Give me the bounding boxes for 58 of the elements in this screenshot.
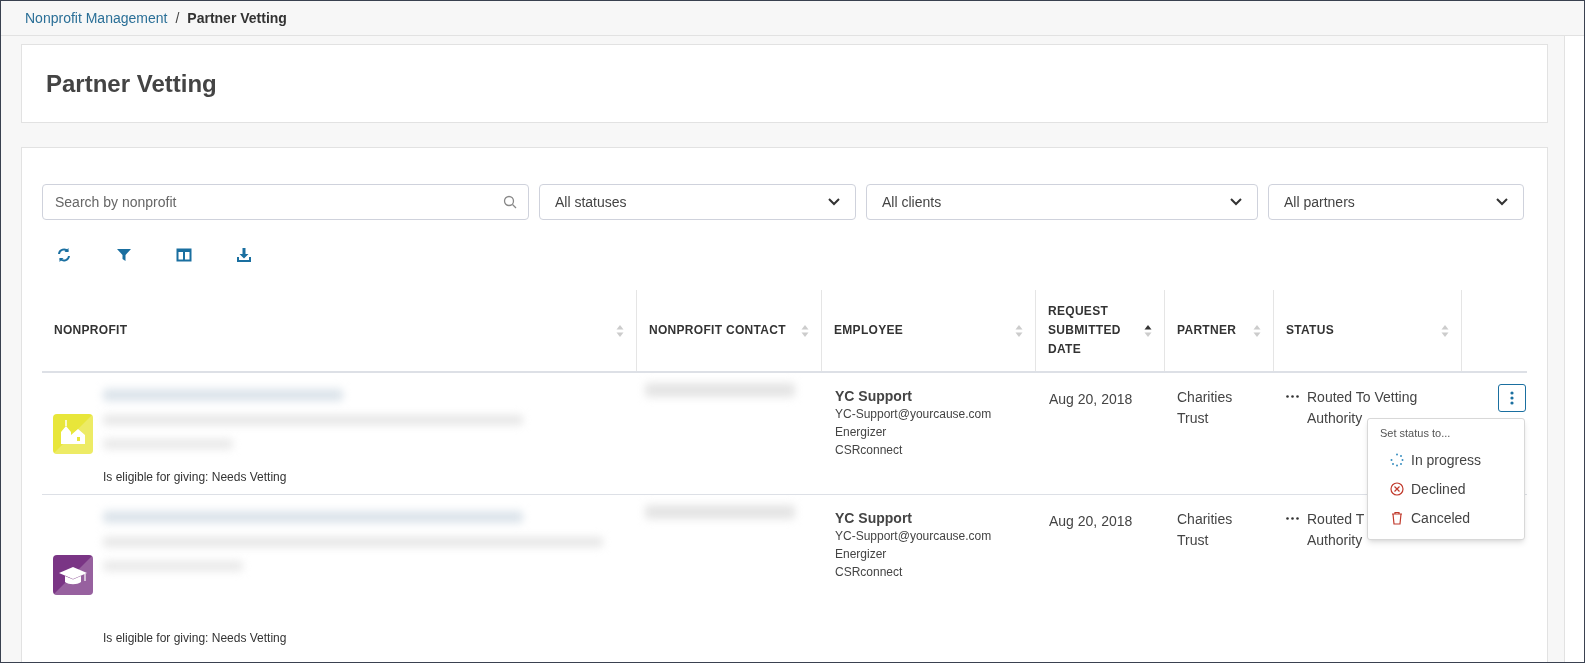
employee-name: YC Support (835, 387, 913, 405)
circle-x-icon (1390, 482, 1404, 496)
chevron-down-icon (828, 198, 840, 206)
column-header[interactable]: REQUEST SUBMITTED DATE (1048, 302, 1128, 359)
status-text: Authority (1307, 409, 1364, 428)
menu-heading: Set status to... (1380, 426, 1452, 441)
page-title: Partner Vetting (46, 68, 217, 99)
column-header[interactable]: NONPROFIT CONTACT (649, 321, 786, 340)
date-text: Aug 20, 2018 (1049, 513, 1133, 529)
partner-text: Charities (1177, 388, 1234, 407)
refresh-icon (56, 247, 72, 263)
actions-button[interactable] (1498, 384, 1526, 412)
eligibility-text: Is eligible for giving: Needs Vetting (103, 630, 288, 647)
download-icon (236, 247, 252, 263)
breadcrumb-current: Partner Vetting (187, 8, 287, 28)
breadcrumb-link[interactable]: Nonprofit Management (25, 7, 168, 29)
breadcrumb-separator: / (175, 8, 180, 28)
chevron-down-icon (1496, 198, 1508, 206)
status-text: Routed T (1307, 510, 1365, 529)
employee-company: Energizer (835, 424, 888, 441)
dropdown[interactable]: All clients (866, 184, 1258, 220)
employee-email: YC-Support@yourcause.com (835, 406, 993, 423)
more-icon[interactable] (1286, 517, 1299, 520)
sort-icon[interactable] (1144, 323, 1152, 338)
filter-icon (116, 247, 132, 263)
dropdown[interactable]: All partners (1268, 184, 1524, 220)
column-header[interactable]: NONPROFIT (54, 321, 128, 340)
menu-item[interactable]: In progress (1380, 445, 1512, 475)
columns-icon (176, 247, 192, 263)
status-text: Routed To Vetting (1307, 388, 1418, 407)
employee-program: CSRconnect (835, 564, 904, 581)
menu-item-label: Canceled (1411, 508, 1471, 528)
employee-name: YC Support (835, 509, 913, 527)
employee-company: Energizer (835, 546, 888, 563)
menu-item[interactable]: Declined (1380, 474, 1512, 504)
employee-email: YC-Support@yourcause.com (835, 528, 993, 545)
menu-item-label: Declined (1411, 479, 1466, 499)
column-header[interactable]: STATUS (1286, 321, 1335, 340)
dropdown[interactable]: All statuses (539, 184, 856, 220)
menu-item-label: In progress (1411, 450, 1482, 470)
column-header[interactable]: PARTNER (1177, 321, 1237, 340)
eligibility-text: Is eligible for giving: Needs Vetting (103, 469, 288, 486)
column-header[interactable]: EMPLOYEE (834, 321, 904, 340)
partner-text: Trust (1177, 409, 1210, 428)
search-icon (503, 195, 517, 209)
more-icon[interactable] (1286, 395, 1299, 398)
kebab-icon (1510, 391, 1514, 405)
partner-text: Charities (1177, 510, 1234, 529)
search-field[interactable]: Search by nonprofit (42, 184, 529, 220)
spinner-icon (1390, 453, 1404, 467)
partner-text: Trust (1177, 531, 1210, 550)
date-text: Aug 20, 2018 (1049, 391, 1133, 407)
trash-icon (1390, 511, 1404, 525)
download-button[interactable] (234, 245, 254, 265)
menu-item[interactable]: Canceled (1380, 503, 1512, 533)
status-text: Authority (1307, 531, 1364, 550)
chevron-down-icon (1230, 198, 1242, 206)
employee-program: CSRconnect (835, 442, 904, 459)
